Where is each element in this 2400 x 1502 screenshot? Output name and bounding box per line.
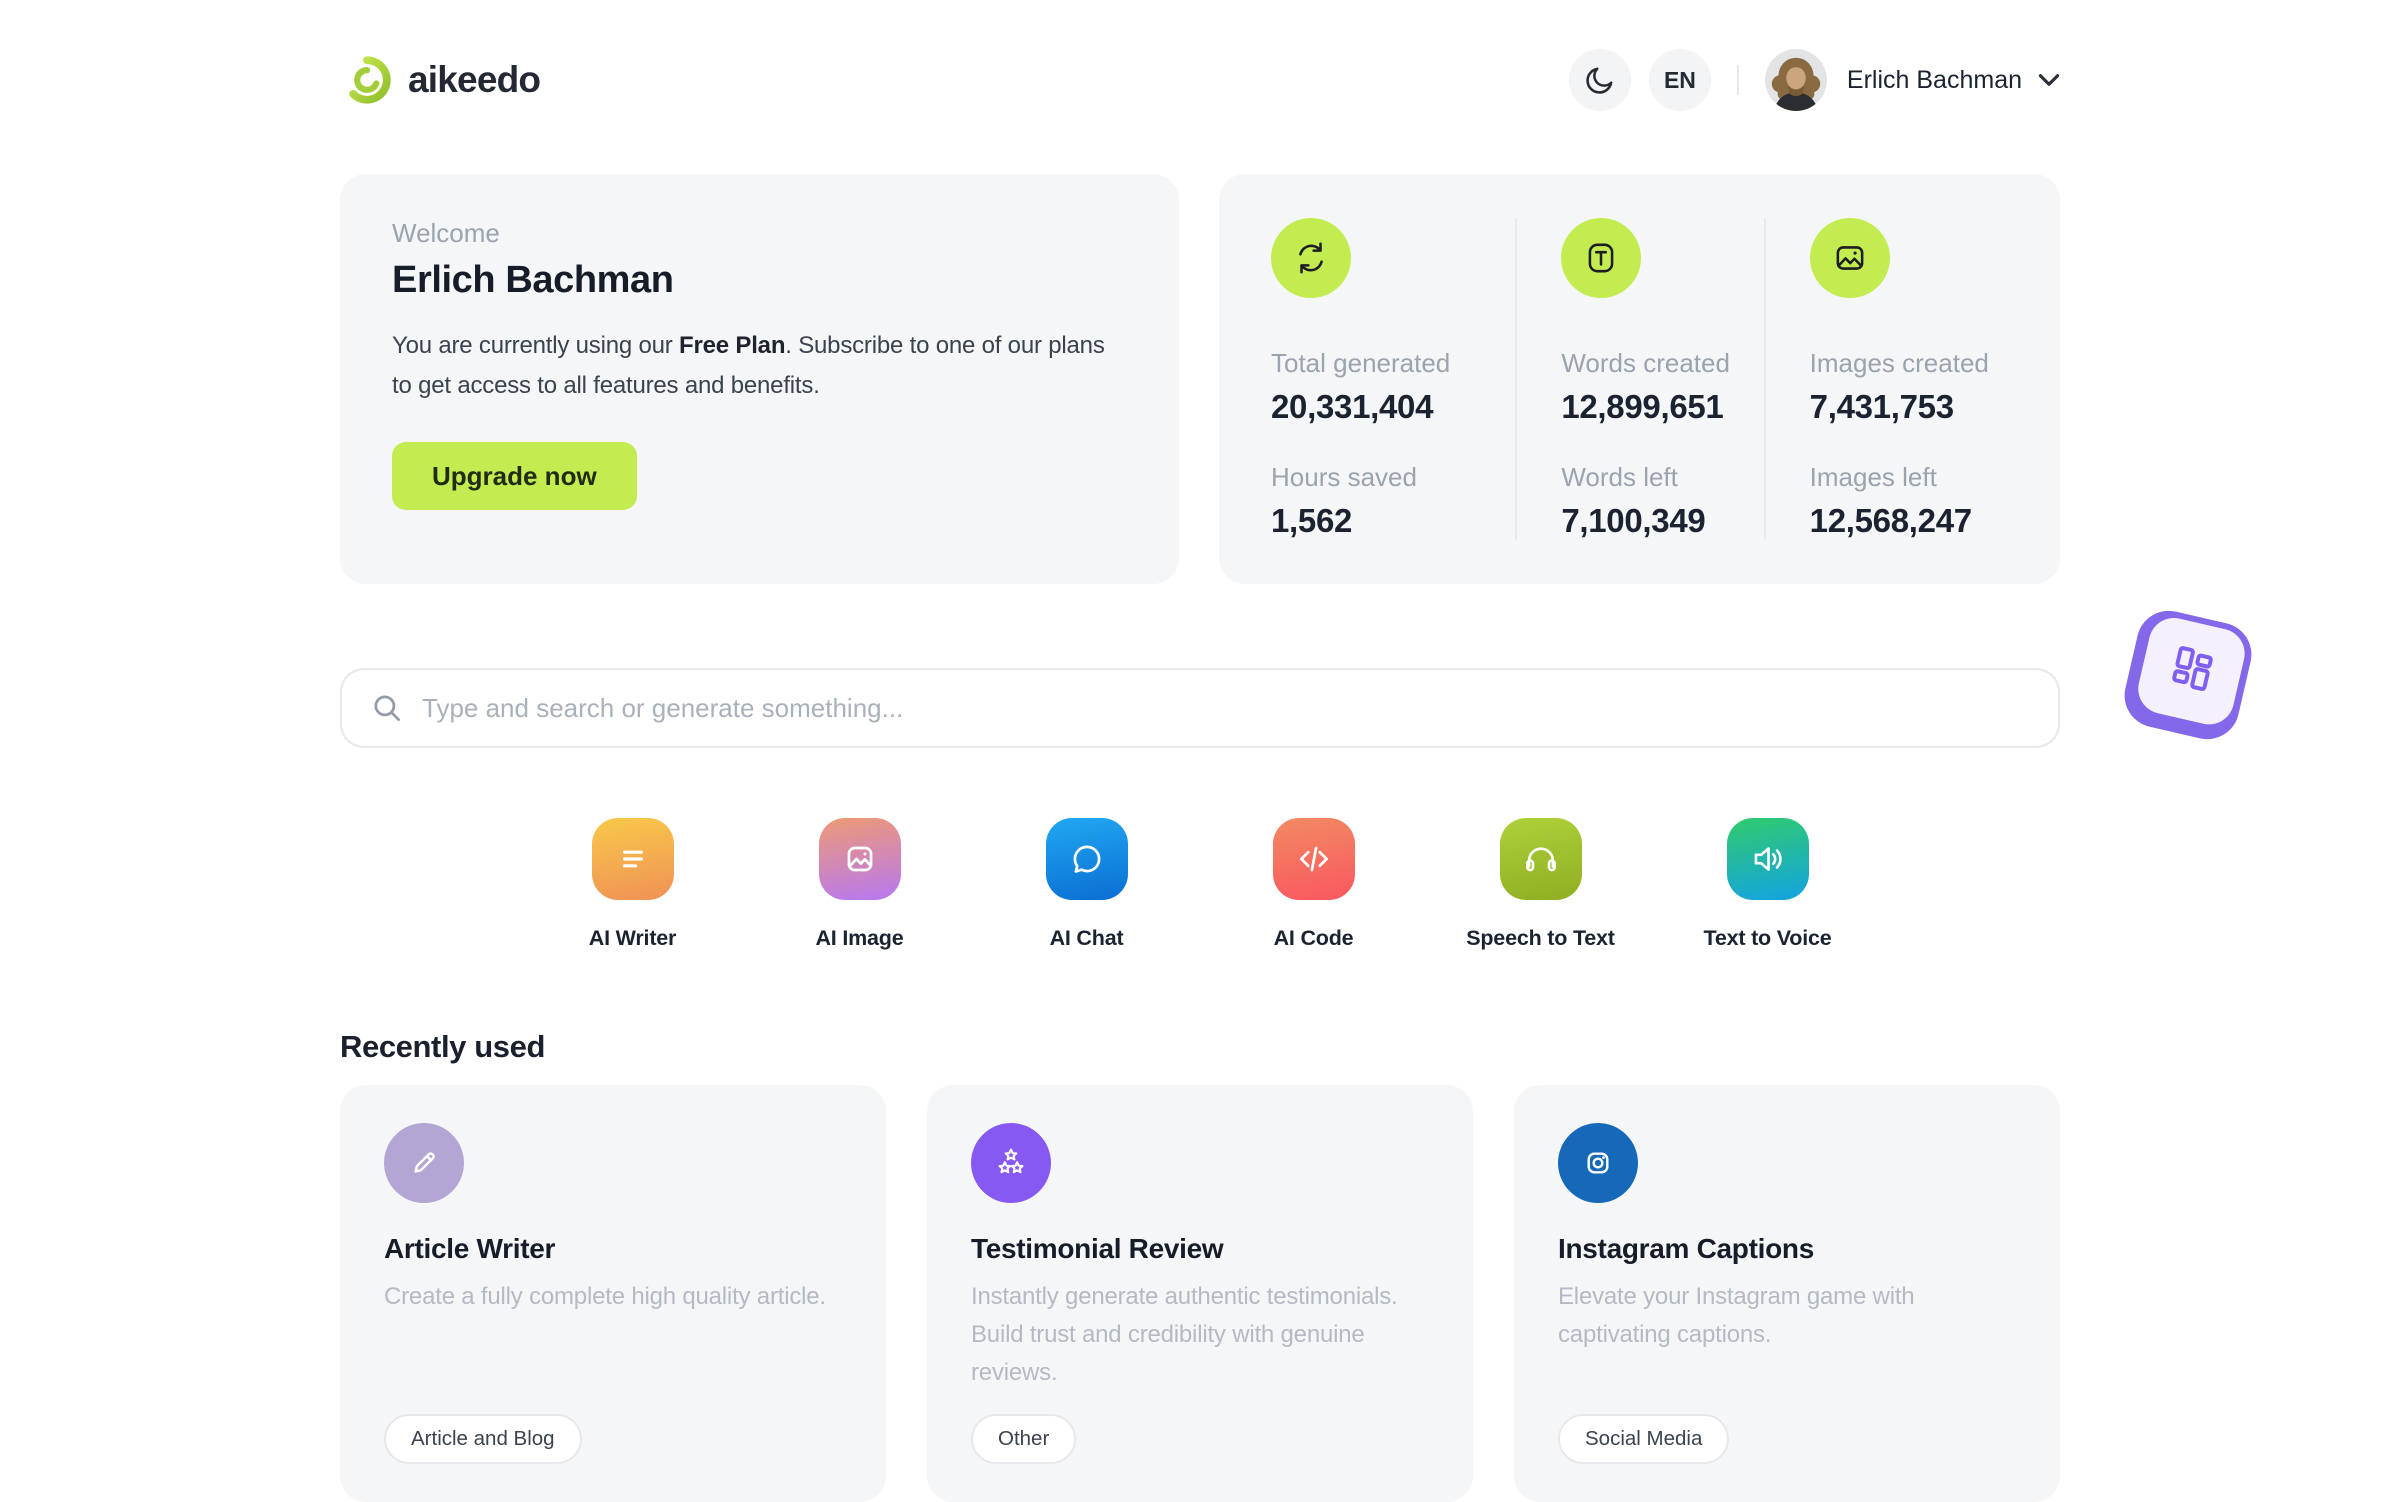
logo-text: aikeedo bbox=[408, 59, 541, 100]
card-testimonial-review[interactable]: Testimonial Review Instantly generate au… bbox=[927, 1085, 1473, 1502]
stat-column-words: Words created 12,899,651 Words left 7,10… bbox=[1515, 218, 1763, 540]
search-icon bbox=[370, 691, 404, 725]
plan-description: You are currently using our Free Plan. S… bbox=[392, 332, 1105, 399]
main-content: aikeedo EN Erlich Bachman Welcome Erlich… bbox=[340, 0, 2060, 1502]
tool-label: Text to Voice bbox=[1703, 926, 1832, 950]
stat-value: 7,100,349 bbox=[1561, 502, 1706, 539]
header-actions: EN Erlich Bachman bbox=[1568, 49, 2060, 111]
moon-icon bbox=[1583, 63, 1617, 97]
recently-used-heading: Recently used bbox=[340, 1029, 545, 1064]
card-description: Create a fully complete high quality art… bbox=[384, 1283, 826, 1310]
logo[interactable]: aikeedo bbox=[340, 53, 541, 107]
user-name: Erlich Bachman bbox=[1846, 65, 2022, 94]
stat-value: 1,562 bbox=[1271, 502, 1353, 539]
header: aikeedo EN Erlich Bachman bbox=[340, 48, 2060, 112]
stat-label: Words left bbox=[1561, 462, 1678, 492]
card-category-tag: Article and Blog bbox=[384, 1414, 582, 1464]
tool-label: Speech to Text bbox=[1466, 926, 1615, 950]
image-icon bbox=[1809, 218, 1890, 298]
card-title: Instagram Captions bbox=[1558, 1233, 1814, 1264]
headphones-icon bbox=[1499, 818, 1582, 900]
chat-icon bbox=[1045, 818, 1128, 900]
stat-value: 12,568,247 bbox=[1809, 502, 1972, 539]
dark-mode-toggle[interactable] bbox=[1568, 49, 1631, 111]
sticker-border bbox=[2118, 604, 2258, 746]
card-description: Elevate your Instagram game with captiva… bbox=[1558, 1283, 1915, 1348]
card-article-writer[interactable]: Article Writer Create a fully complete h… bbox=[340, 1085, 886, 1502]
image-icon bbox=[818, 818, 901, 900]
search-input[interactable] bbox=[422, 692, 2030, 724]
tool-label: AI Writer bbox=[588, 926, 677, 950]
header-divider bbox=[1736, 65, 1739, 95]
plan-name: Free Plan bbox=[679, 332, 786, 359]
speaker-icon bbox=[1726, 818, 1809, 900]
tool-shortcuts: AI Writer AI Image AI Chat AI Code Speec… bbox=[340, 818, 2060, 951]
card-category-tag: Social Media bbox=[1558, 1414, 1730, 1464]
stat-column-generated: Total generated 20,331,404 Hours saved 1… bbox=[1267, 218, 1515, 540]
tool-label: AI Code bbox=[1273, 926, 1354, 950]
stars-icon bbox=[971, 1123, 1051, 1203]
stat-label: Images created bbox=[1809, 348, 1989, 378]
welcome-eyebrow: Welcome bbox=[392, 218, 500, 248]
writer-icon bbox=[591, 818, 674, 900]
stat-column-images: Images created 7,431,753 Images left 12,… bbox=[1763, 218, 2012, 540]
stat-value: 7,431,753 bbox=[1809, 388, 1954, 425]
welcome-user-name: Erlich Bachman bbox=[392, 259, 674, 301]
instagram-icon bbox=[1558, 1123, 1638, 1203]
chevron-down-icon[interactable] bbox=[2038, 73, 2060, 87]
tool-label: AI Image bbox=[815, 926, 904, 950]
stat-value: 20,331,404 bbox=[1271, 388, 1434, 425]
stat-label: Hours saved bbox=[1271, 462, 1417, 492]
grid-sticker-button[interactable] bbox=[2118, 604, 2258, 746]
tool-label: AI Chat bbox=[1049, 926, 1124, 950]
sync-icon bbox=[1271, 218, 1351, 298]
avatar[interactable] bbox=[1764, 49, 1827, 111]
card-title: Article Writer bbox=[384, 1233, 556, 1264]
card-title: Testimonial Review bbox=[971, 1233, 1224, 1264]
usage-stats-card: Total generated 20,331,404 Hours saved 1… bbox=[1219, 174, 2060, 584]
text-icon bbox=[1561, 218, 1642, 298]
tool-text-to-voice[interactable]: Text to Voice bbox=[1654, 818, 1881, 951]
top-cards: Welcome Erlich Bachman You are currently… bbox=[340, 174, 2060, 584]
stat-value: 12,899,651 bbox=[1561, 388, 1724, 425]
card-description: Instantly generate authentic testimonial… bbox=[971, 1283, 1398, 1386]
tool-ai-code[interactable]: AI Code bbox=[1200, 818, 1427, 951]
code-icon bbox=[1272, 818, 1355, 900]
pencil-icon bbox=[384, 1123, 464, 1203]
tool-speech-to-text[interactable]: Speech to Text bbox=[1427, 818, 1654, 951]
language-button[interactable]: EN bbox=[1648, 49, 1711, 111]
logo-swirl-icon bbox=[340, 53, 394, 107]
stat-label: Total generated bbox=[1271, 348, 1451, 378]
recently-used-cards: Article Writer Create a fully complete h… bbox=[340, 1085, 2060, 1502]
card-instagram-captions[interactable]: Instagram Captions Elevate your Instagra… bbox=[1514, 1085, 2060, 1502]
tool-ai-image[interactable]: AI Image bbox=[746, 818, 973, 951]
tool-ai-writer[interactable]: AI Writer bbox=[519, 818, 746, 951]
stat-label: Words created bbox=[1561, 348, 1730, 378]
stat-label: Images left bbox=[1809, 462, 1937, 492]
tool-ai-chat[interactable]: AI Chat bbox=[973, 818, 1200, 951]
search-section bbox=[340, 668, 2060, 748]
grid-icon bbox=[2133, 613, 2250, 730]
card-category-tag: Other bbox=[971, 1414, 1077, 1464]
upgrade-button[interactable]: Upgrade now bbox=[392, 442, 637, 510]
welcome-card: Welcome Erlich Bachman You are currently… bbox=[340, 174, 1179, 584]
search-bar[interactable] bbox=[340, 668, 2060, 748]
